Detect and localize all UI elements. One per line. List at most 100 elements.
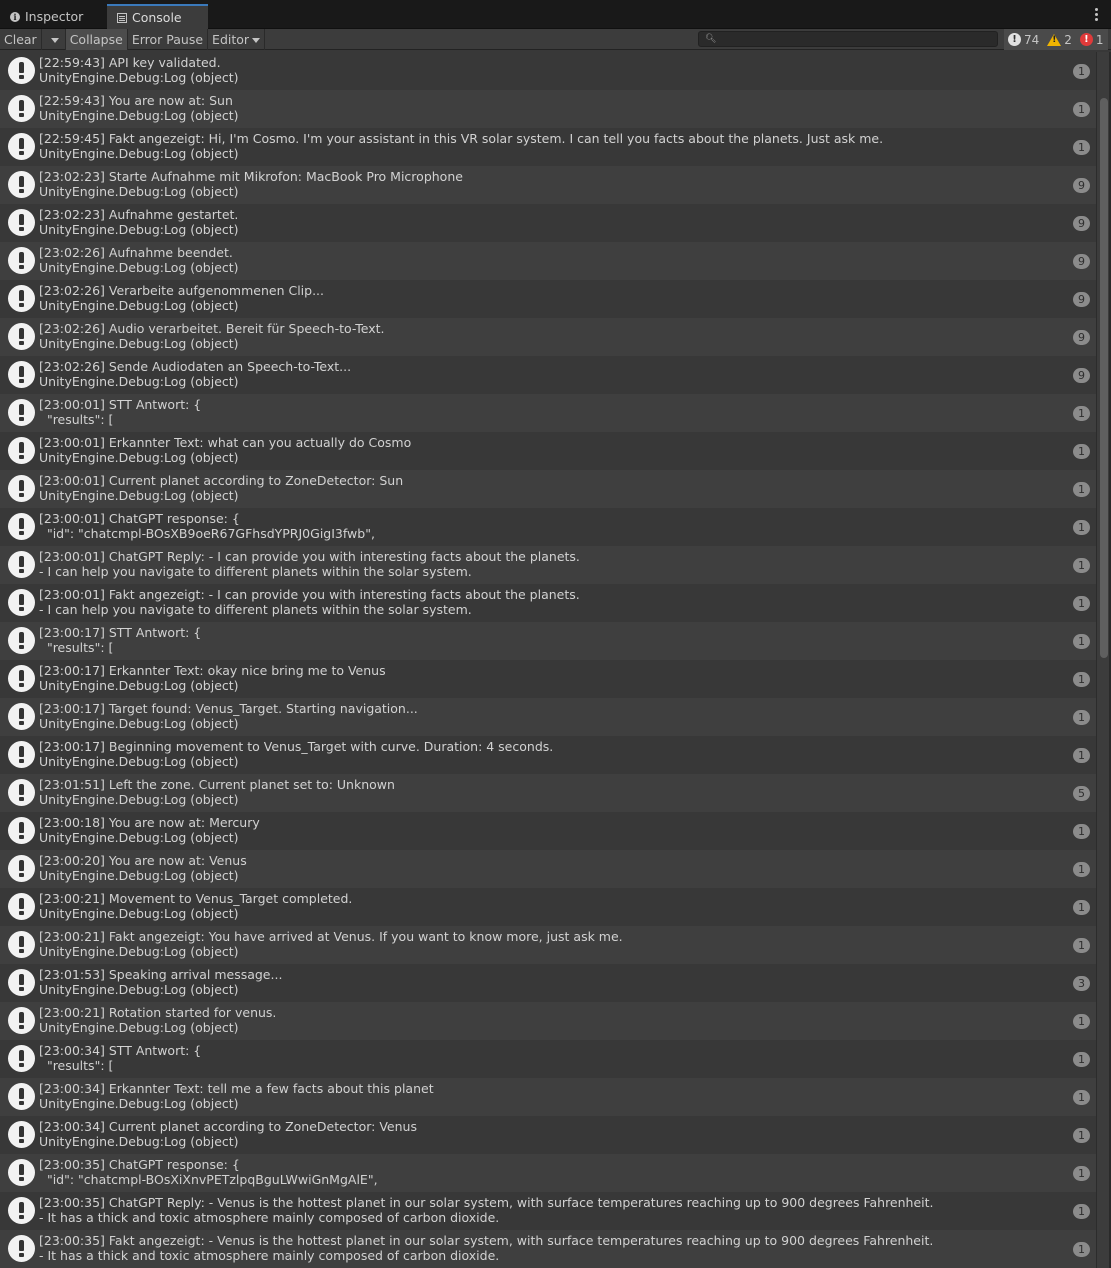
log-info-icon [8, 437, 35, 464]
log-detail: UnityEngine.Debug:Log (object) [39, 1020, 239, 1035]
log-entry[interactable]: [23:00:35] ChatGPT Reply: - Venus is the… [0, 1192, 1096, 1230]
log-detail: UnityEngine.Debug:Log (object) [39, 792, 239, 807]
error-count: 1 [1095, 32, 1104, 47]
tab-console[interactable]: Console [107, 4, 208, 29]
collapse-count-badge: 1 [1073, 102, 1090, 117]
scrollbar-thumb[interactable] [1100, 98, 1108, 658]
log-detail: UnityEngine.Debug:Log (object) [39, 1096, 239, 1111]
more-options-icon[interactable] [1095, 8, 1099, 22]
log-entry[interactable]: [23:02:26] Verarbeite aufgenommenen Clip… [0, 280, 1096, 318]
log-entry[interactable]: [23:00:34] Current planet according to Z… [0, 1116, 1096, 1154]
log-detail: UnityEngine.Debug:Log (object) [39, 184, 239, 199]
search-input[interactable]: 🔍︎ [698, 31, 998, 47]
log-info-icon [8, 1007, 35, 1034]
log-entry[interactable]: [23:00:17] Beginning movement to Venus_T… [0, 736, 1096, 774]
log-message: [23:00:01] ChatGPT response: { [39, 511, 240, 526]
log-message: [23:00:17] Target found: Venus_Target. S… [39, 701, 418, 716]
log-message: [23:00:21] Movement to Venus_Target comp… [39, 891, 353, 906]
log-detail: - I can help you navigate to different p… [39, 602, 472, 617]
log-message: [23:02:26] Verarbeite aufgenommenen Clip… [39, 283, 324, 298]
log-entry[interactable]: [22:59:43] You are now at: Sun UnityEngin… [0, 90, 1096, 128]
log-entry[interactable]: [23:00:01] Erkannter Text: what can you … [0, 432, 1096, 470]
collapse-count-badge: 3 [1073, 976, 1090, 991]
error-filter-toggle[interactable]: ! 1 [1075, 29, 1108, 50]
log-entry[interactable]: [23:00:21] Fakt angezeigt: You have arri… [0, 926, 1096, 964]
log-entry[interactable]: [23:00:01] Current planet according to Z… [0, 470, 1096, 508]
log-info-icon [8, 589, 35, 616]
log-entry[interactable]: [23:00:35] Fakt angezeigt: - Venus is th… [0, 1230, 1096, 1268]
log-info-icon [8, 95, 35, 122]
warning-filter-toggle[interactable]: 2 [1043, 29, 1076, 50]
log-info-icon [8, 1235, 35, 1262]
log-entry[interactable]: [23:00:17] Target found: Venus_Target. S… [0, 698, 1096, 736]
log-info-icon [8, 1197, 35, 1224]
log-detail: "results": [ [39, 1058, 114, 1073]
log-info-icon [8, 323, 35, 350]
log-message: [23:00:18] You are now at: Mercury [39, 815, 260, 830]
log-detail: UnityEngine.Debug:Log (object) [39, 678, 239, 693]
clear-button[interactable]: Clear [0, 28, 42, 50]
log-detail: UnityEngine.Debug:Log (object) [39, 374, 239, 389]
log-entry[interactable]: [23:01:53] Speaking arrival message... Un… [0, 964, 1096, 1002]
log-info-icon [8, 1083, 35, 1110]
log-entry[interactable]: [23:02:26] Aufnahme beendet. UnityEngine.… [0, 242, 1096, 280]
log-message: [22:59:43] You are now at: Sun [39, 93, 233, 108]
error-pause-toggle[interactable]: Error Pause [128, 28, 209, 50]
collapse-count-badge: 1 [1073, 482, 1090, 497]
collapse-count-badge: 5 [1073, 786, 1090, 801]
log-entry[interactable]: [22:59:45] Fakt angezeigt: Hi, I'm Cosmo… [0, 128, 1096, 166]
log-entry[interactable]: [23:00:34] Erkannter Text: tell me a few… [0, 1078, 1096, 1116]
log-info-icon [8, 209, 35, 236]
collapse-count-badge: 1 [1073, 558, 1090, 573]
collapse-count-badge: 9 [1073, 330, 1090, 345]
info-icon: i [10, 11, 20, 22]
collapse-count-badge: 1 [1073, 1166, 1090, 1181]
collapse-count-badge: 1 [1073, 672, 1090, 687]
info-count: 74 [1024, 32, 1040, 47]
log-entry[interactable]: [23:02:26] Audio verarbeitet. Bereit für… [0, 318, 1096, 356]
log-detail: UnityEngine.Debug:Log (object) [39, 982, 239, 997]
log-entry[interactable]: [23:00:01] Fakt angezeigt: - I can provi… [0, 584, 1096, 622]
log-message: [23:00:20] You are now at: Venus [39, 853, 247, 868]
info-filter-toggle[interactable]: ! 74 [1004, 29, 1044, 50]
log-entry[interactable]: [23:00:17] Erkannter Text: okay nice bri… [0, 660, 1096, 698]
editor-dropdown[interactable]: Editor [208, 28, 266, 50]
log-entry[interactable]: [22:59:43] API key validated. UnityEngine… [0, 52, 1096, 90]
vertical-scrollbar[interactable] [1096, 52, 1111, 1268]
log-message: [23:00:21] Rotation started for venus. [39, 1005, 277, 1020]
clear-options-dropdown[interactable] [42, 28, 66, 50]
log-entry[interactable]: [23:01:51] Left the zone. Current planet… [0, 774, 1096, 812]
log-info-icon [8, 57, 35, 84]
log-message: [23:00:01] ChatGPT Reply: - I can provid… [39, 549, 580, 564]
collapse-count-badge: 9 [1073, 216, 1090, 231]
log-entry[interactable]: [23:02:23] Starte Aufnahme mit Mikrofon:… [0, 166, 1096, 204]
log-detail: UnityEngine.Debug:Log (object) [39, 108, 239, 123]
log-message: [23:00:21] Fakt angezeigt: You have arri… [39, 929, 623, 944]
tab-inspector[interactable]: i Inspector [0, 4, 106, 29]
log-entry[interactable]: [23:00:21] Rotation started for venus. Un… [0, 1002, 1096, 1040]
log-entry[interactable]: [23:00:34] STT Antwort: { "results": [1 [0, 1040, 1096, 1078]
collapse-count-badge: 1 [1073, 710, 1090, 725]
chevron-down-icon [252, 37, 261, 43]
log-info-icon [8, 285, 35, 312]
search-icon: 🔍︎ [705, 34, 717, 44]
log-info-icon [8, 247, 35, 274]
log-entry[interactable]: [23:00:35] ChatGPT response: { "id": "ch… [0, 1154, 1096, 1192]
collapse-toggle[interactable]: Collapse [65, 28, 128, 50]
log-entry[interactable]: [23:00:21] Movement to Venus_Target comp… [0, 888, 1096, 926]
log-entry[interactable]: [23:02:23] Aufnahme gestartet. UnityEngin… [0, 204, 1096, 242]
log-info-icon [8, 627, 35, 654]
collapse-count-badge: 1 [1073, 862, 1090, 877]
log-info-icon [8, 931, 35, 958]
log-entry[interactable]: [23:00:18] You are now at: Mercury UnityE… [0, 812, 1096, 850]
collapse-count-badge: 1 [1073, 140, 1090, 155]
log-info-icon [8, 513, 35, 540]
log-entry[interactable]: [23:00:17] STT Antwort: { "results": [1 [0, 622, 1096, 660]
log-entry[interactable]: [23:00:01] STT Antwort: { "results": [1 [0, 394, 1096, 432]
log-message: [23:00:35] ChatGPT Reply: - Venus is the… [39, 1195, 934, 1210]
log-entry[interactable]: [23:00:20] You are now at: Venus UnityEng… [0, 850, 1096, 888]
log-entry[interactable]: [23:00:01] ChatGPT response: { "id": "ch… [0, 508, 1096, 546]
log-entry[interactable]: [23:02:26] Sende Audiodaten an Speech-to… [0, 356, 1096, 394]
log-entry[interactable]: [23:00:01] ChatGPT Reply: - I can provid… [0, 546, 1096, 584]
log-message: [23:02:23] Aufnahme gestartet. [39, 207, 239, 222]
